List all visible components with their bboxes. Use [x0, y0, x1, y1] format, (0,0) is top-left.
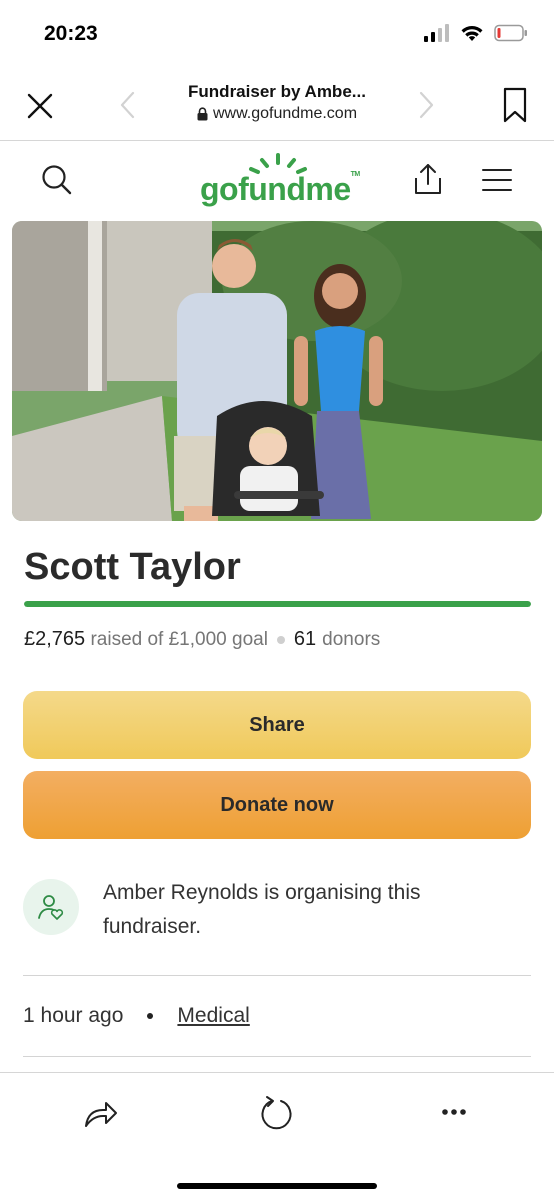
user-heart-icon	[38, 895, 64, 920]
share-page-button[interactable]	[411, 161, 445, 197]
bookmark-icon	[503, 87, 527, 123]
browser-toolbar	[0, 1072, 554, 1200]
wifi-icon	[461, 26, 483, 41]
reload-button[interactable]	[257, 1093, 297, 1133]
donors-count: 61	[293, 628, 317, 650]
raised-label: raised of £1,000 goal	[90, 628, 268, 650]
chevron-right-icon	[419, 91, 434, 119]
share-icon	[415, 164, 441, 194]
organiser-text: Amber Reynolds is organising this fundra…	[103, 881, 421, 938]
home-indicator[interactable]	[177, 1183, 377, 1189]
site-header: gofundmeTM	[0, 141, 554, 221]
lock-icon	[197, 107, 208, 121]
signal-icon	[424, 24, 449, 42]
share-button[interactable]: Share	[23, 691, 531, 759]
campaign-title: Scott Taylor	[24, 546, 241, 588]
separator-dot	[276, 635, 285, 644]
fundraising-stats: £2,765 raised of £1,000 goal 61 donors	[24, 628, 380, 651]
forward-share-icon	[85, 1102, 117, 1127]
search-icon	[42, 165, 72, 195]
search-button[interactable]	[40, 163, 74, 197]
progress-bar	[24, 601, 531, 607]
toolbar-share-button[interactable]	[80, 1093, 120, 1133]
url-text: www.gofundme.com	[212, 105, 358, 122]
page-title: Fundraiser by Ambe...	[188, 82, 366, 101]
donors-label: donors	[322, 628, 381, 650]
organiser-info: Amber Reynolds is organising this fundra…	[23, 874, 531, 954]
organiser-avatar	[23, 879, 79, 935]
meta-bullet	[147, 1013, 154, 1019]
chevron-left-icon	[120, 91, 135, 119]
status-time: 20:23	[44, 22, 98, 45]
more-icon	[442, 1109, 466, 1115]
status-bar: 20:23	[0, 0, 554, 70]
address-bar[interactable]: Fundraiser by Ambe... www.gofundme.com	[150, 82, 404, 123]
back-button[interactable]	[116, 88, 140, 122]
forward-button[interactable]	[414, 88, 438, 122]
posted-time: 1 hour ago	[23, 1004, 124, 1027]
hamburger-menu-icon	[482, 169, 512, 191]
bookmark-button[interactable]	[500, 86, 530, 124]
close-button[interactable]	[22, 88, 58, 124]
divider-bottom	[23, 1056, 531, 1057]
close-icon	[27, 93, 53, 119]
donate-now-button[interactable]: Donate now	[23, 771, 531, 839]
category-link[interactable]: Medical	[177, 1004, 249, 1028]
campaign-photo	[12, 221, 542, 521]
battery-icon	[494, 24, 527, 42]
divider-top	[23, 975, 531, 976]
logo-text: gofundmeTM	[200, 171, 360, 207]
raised-amount: £2,765	[24, 628, 86, 650]
status-icons	[424, 24, 528, 42]
progress-fill	[24, 601, 531, 607]
gofundme-logo[interactable]: gofundmeTM	[200, 153, 360, 213]
reload-icon	[261, 1096, 292, 1130]
menu-button[interactable]	[482, 167, 512, 193]
url-line: www.gofundme.com	[150, 105, 404, 123]
campaign-meta: 1 hour ago Medical	[23, 1004, 250, 1028]
browser-bar: Fundraiser by Ambe... www.gofundme.com	[0, 70, 554, 141]
more-button[interactable]	[436, 1097, 472, 1127]
